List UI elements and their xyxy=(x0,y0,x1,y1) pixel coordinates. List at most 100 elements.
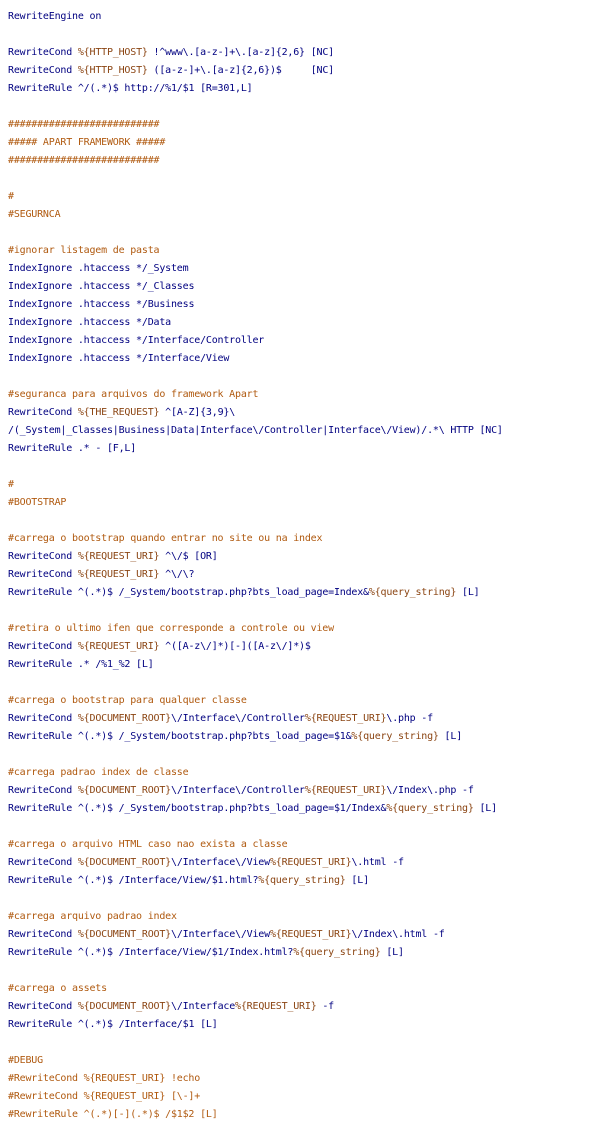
code-token-plain: .htaccess */Data xyxy=(72,317,171,328)
code-token-plain: .htaccess */Interface/View xyxy=(72,353,230,364)
code-token-dir: RewriteCond xyxy=(8,1001,73,1012)
code-line: #carrega o assets xyxy=(8,980,600,998)
code-token-plain: .* /%1_%2 [L] xyxy=(72,659,154,670)
code-token-comment: ########################## xyxy=(8,119,160,130)
code-token-dir: RewriteCond xyxy=(8,785,73,796)
code-line: RewriteCond %{HTTP_HOST} ([a-z-]+\.[a-z]… xyxy=(8,62,600,80)
code-token-comment: #RewriteCond %{REQUEST_URI} !echo xyxy=(8,1073,201,1084)
code-token-comment: # xyxy=(8,191,14,202)
code-line: RewriteCond %{DOCUMENT_ROOT}\/Interface\… xyxy=(8,926,600,944)
code-token-var: %{HTTP_HOST} xyxy=(77,47,148,58)
code-token-plain: .htaccess */_System xyxy=(72,263,189,274)
code-line: RewriteCond %{REQUEST_URI} ^\/$ [OR] xyxy=(8,548,600,566)
code-token-dir: RewriteCond xyxy=(8,569,73,580)
code-line: #retira o ultimo ifen que corresponde a … xyxy=(8,620,600,638)
code-token-plain: .htaccess */Interface/Controller xyxy=(72,335,265,346)
code-token-plain: ^(.*)$ /_System/bootstrap.php?bts_load_p… xyxy=(72,731,352,742)
code-token-plain: \.php -f xyxy=(386,713,433,724)
code-token-dir: RewriteRule xyxy=(8,875,73,886)
code-token-var: %{DOCUMENT_ROOT} xyxy=(77,1001,171,1012)
code-token-dir: IndexIgnore xyxy=(8,335,73,346)
code-token-comment: ##### APART FRAMEWORK ##### xyxy=(8,137,166,148)
code-line: #DEBUG xyxy=(8,1052,600,1070)
code-token-var: %{DOCUMENT_ROOT} xyxy=(77,713,171,724)
code-line: ########################## xyxy=(8,116,600,134)
code-token-dir: RewriteCond xyxy=(8,713,73,724)
code-line: #seguranca para arquivos do framework Ap… xyxy=(8,386,600,404)
code-token-comment: #BOOTSTRAP xyxy=(8,497,67,508)
code-token-plain: \/Interface\/View xyxy=(171,857,270,868)
code-token-var: %{DOCUMENT_ROOT} xyxy=(77,857,171,868)
code-line: IndexIgnore .htaccess */Data xyxy=(8,314,600,332)
code-line: #carrega arquivo padrao index xyxy=(8,908,600,926)
code-line: RewriteRule ^(.*)$ /Interface/$1 [L] xyxy=(8,1016,600,1034)
code-line: RewriteRule ^(.*)$ /_System/bootstrap.ph… xyxy=(8,584,600,602)
code-token-plain: [L] xyxy=(456,587,480,598)
code-line: RewriteRule ^/(.*)$ http://%1/$1 [R=301,… xyxy=(8,80,600,98)
code-token-comment: #carrega arquivo padrao index xyxy=(8,911,177,922)
code-token-plain: \/Interface xyxy=(171,1001,236,1012)
code-token-comment: #carrega o assets xyxy=(8,983,107,994)
code-token-plain: \/Interface\/Controller xyxy=(171,713,305,724)
code-token-var: %{query_string} xyxy=(351,731,439,742)
code-token-plain: \/Index\.html -f xyxy=(351,929,445,940)
code-line: #SEGURNCA xyxy=(8,206,600,224)
code-token-var: %{query_string} xyxy=(258,875,346,886)
code-token-plain: .htaccess */Business xyxy=(72,299,195,310)
code-token-plain: \/Interface\/Controller xyxy=(171,785,305,796)
code-token-dir: IndexIgnore xyxy=(8,263,73,274)
code-token-dir: RewriteRule xyxy=(8,1019,73,1030)
code-token-var: %{REQUEST_URI} xyxy=(77,551,160,562)
code-token-comment: #RewriteCond %{REQUEST_URI} [\-]+ xyxy=(8,1091,201,1102)
code-line: RewriteRule ^(.*)$ /Interface/View/$1.ht… xyxy=(8,872,600,890)
code-token-comment: #seguranca para arquivos do framework Ap… xyxy=(8,389,259,400)
code-line: RewriteCond %{REQUEST_URI} ^([A-z\/]*)[-… xyxy=(8,638,600,656)
code-line: #RewriteRule ^(.*)[-](.*)$ /$1$2 [L] xyxy=(8,1106,600,1124)
code-token-dir: RewriteEngine xyxy=(8,11,84,22)
code-line: RewriteRule .* /%1_%2 [L] xyxy=(8,656,600,674)
code-line: RewriteCond %{DOCUMENT_ROOT}\/Interface%… xyxy=(8,998,600,1016)
code-token-plain: ^(.*)$ /_System/bootstrap.php?bts_load_p… xyxy=(72,587,369,598)
code-token-comment: #carrega o arquivo HTML caso nao exista … xyxy=(8,839,288,850)
code-token-dir: RewriteRule xyxy=(8,659,73,670)
code-token-dir: RewriteCond xyxy=(8,857,73,868)
code-line: #BOOTSTRAP xyxy=(8,494,600,512)
code-line: #carrega o arquivo HTML caso nao exista … xyxy=(8,836,600,854)
code-token-plain: ([a-z-]+\.[a-z]{2,6})$ [NC] xyxy=(147,65,335,76)
code-token-comment: ########################## xyxy=(8,155,160,166)
code-token-plain: .* - [F,L] xyxy=(72,443,137,454)
code-token-var: %{REQUEST_URI} xyxy=(77,641,160,652)
code-token-plain: ^(.*)$ /_System/bootstrap.php?bts_load_p… xyxy=(72,803,387,814)
code-token-plain: !^www\.[a-z-]+\.[a-z]{2,6} [NC] xyxy=(147,47,335,58)
code-token-plain: \/Interface\/View xyxy=(171,929,270,940)
code-token-plain: ^/(.*)$ http://%1/$1 [R=301,L] xyxy=(72,83,253,94)
code-token-dir: RewriteCond xyxy=(8,47,73,58)
code-token-plain: ^\/\? xyxy=(159,569,195,580)
code-token-var: %{HTTP_HOST} xyxy=(77,65,148,76)
code-line: RewriteRule ^(.*)$ /_System/bootstrap.ph… xyxy=(8,728,600,746)
code-token-dir: IndexIgnore xyxy=(8,299,73,310)
code-token-comment: #carrega o bootstrap quando entrar no si… xyxy=(8,533,323,544)
code-line: #RewriteCond %{REQUEST_URI} !echo xyxy=(8,1070,600,1088)
code-line: RewriteCond %{DOCUMENT_ROOT}\/Interface\… xyxy=(8,710,600,728)
code-line: RewriteRule ^(.*)$ /_System/bootstrap.ph… xyxy=(8,800,600,818)
code-token-dir: RewriteRule xyxy=(8,83,73,94)
code-line: RewriteCond %{HTTP_HOST} !^www\.[a-z-]+\… xyxy=(8,44,600,62)
code-token-plain: [L] xyxy=(380,947,404,958)
code-token-comment: #carrega padrao index de classe xyxy=(8,767,189,778)
code-token-var: %{REQUEST_URI} xyxy=(269,857,352,868)
code-line: ##### APART FRAMEWORK ##### xyxy=(8,134,600,152)
code-token-var: %{DOCUMENT_ROOT} xyxy=(77,785,171,796)
code-line: IndexIgnore .htaccess */_System xyxy=(8,260,600,278)
code-token-dir: RewriteCond xyxy=(8,407,73,418)
code-line: /(_System|_Classes|Business|Data|Interfa… xyxy=(8,422,600,440)
code-line: #carrega o bootstrap quando entrar no si… xyxy=(8,530,600,548)
code-token-comment: #DEBUG xyxy=(8,1055,43,1066)
code-line: IndexIgnore .htaccess */Business xyxy=(8,296,600,314)
code-token-plain: ^(.*)$ /Interface/View/$1.html? xyxy=(72,875,259,886)
